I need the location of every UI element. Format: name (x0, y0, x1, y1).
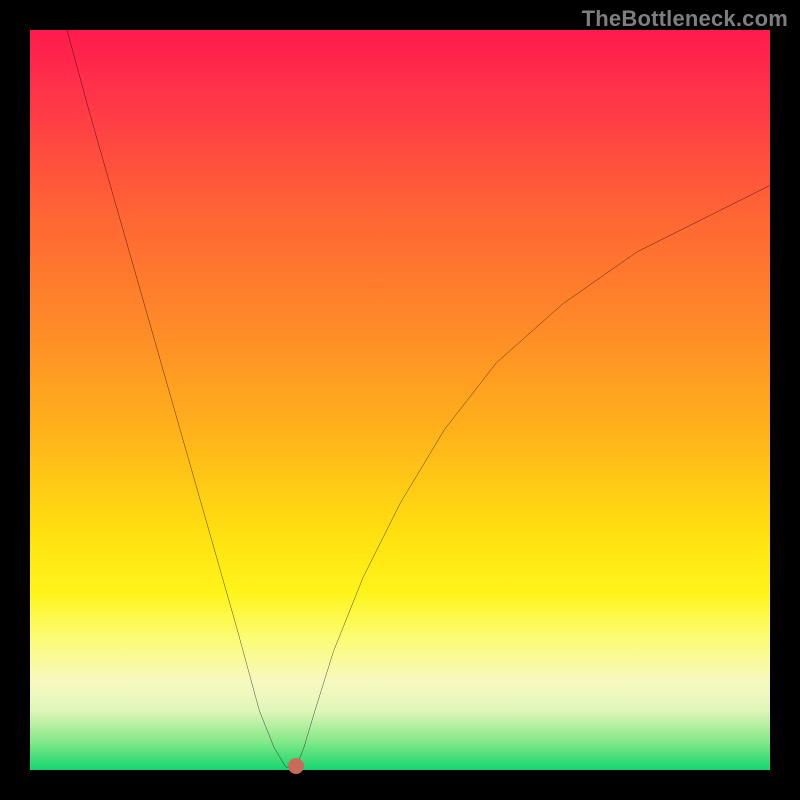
chart-plot-area (30, 30, 770, 770)
optimum-marker-dot (288, 758, 304, 774)
bottleneck-curve (30, 30, 770, 770)
curve-path (67, 30, 770, 770)
chart-outer-frame: TheBottleneck.com (0, 0, 800, 800)
watermark-text: TheBottleneck.com (582, 6, 788, 32)
